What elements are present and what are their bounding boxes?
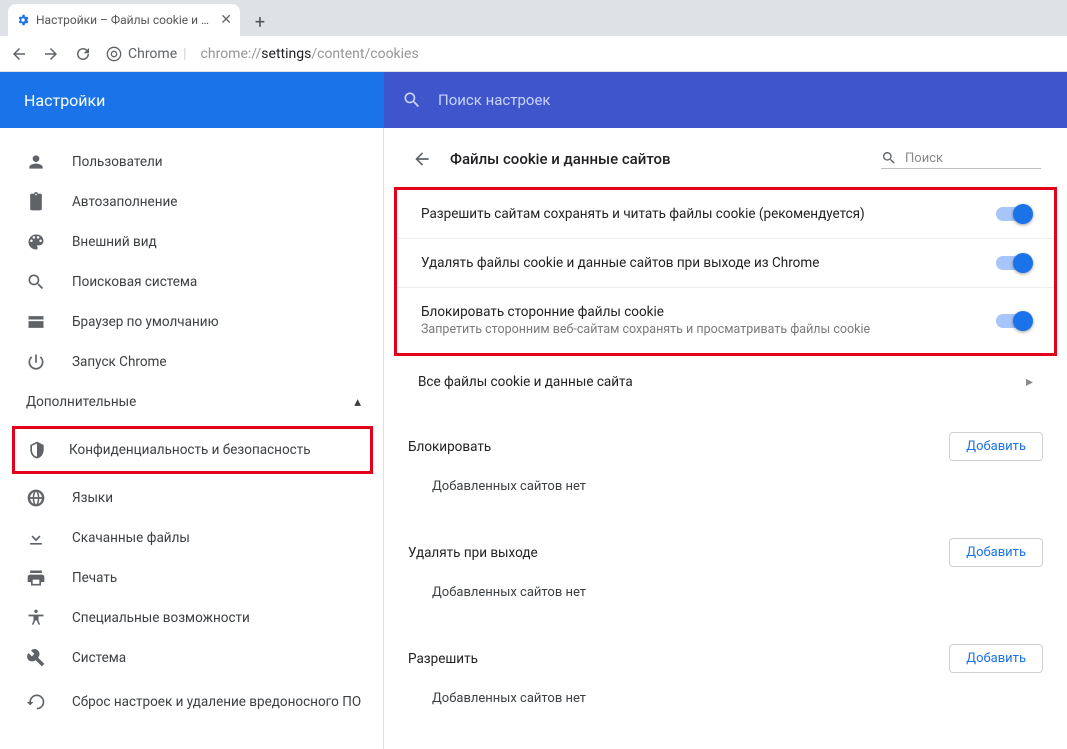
new-tab-button[interactable]: + [246, 8, 274, 36]
print-icon [26, 568, 46, 588]
download-icon [26, 528, 46, 548]
page-search[interactable] [881, 148, 1041, 169]
settings-header: Настройки [0, 72, 1067, 128]
sidebar-item-reset[interactable]: Сброс настроек и удаление вредоносного П… [0, 678, 383, 726]
sidebar-item-autofill[interactable]: Автозаполнение [0, 182, 383, 222]
sidebar-item-startup[interactable]: Запуск Chrome [0, 342, 383, 382]
clipboard-icon [26, 192, 46, 212]
gear-icon [16, 13, 30, 27]
sidebar-item-languages[interactable]: Языки [0, 478, 383, 518]
palette-icon [26, 232, 46, 252]
allow-empty: Добавленных сайтов нет [384, 681, 1067, 726]
accessibility-icon [26, 608, 46, 628]
back-arrow-icon[interactable] [412, 149, 432, 169]
settings-title: Настройки [0, 91, 384, 110]
clear-section: Удалять при выходе Добавить [384, 514, 1067, 575]
sidebar-item-downloads[interactable]: Скачанные файлы [0, 518, 383, 558]
settings-sidebar: Пользователи Автозаполнение Внешний вид … [0, 72, 384, 749]
settings-search[interactable] [384, 72, 1067, 128]
add-clear-button[interactable]: Добавить [949, 538, 1043, 567]
search-icon [26, 272, 46, 292]
globe-icon [26, 488, 46, 508]
clear-on-exit-row: Удалять файлы cookie и данные сайтов при… [397, 238, 1054, 287]
add-blocked-button[interactable]: Добавить [949, 432, 1043, 461]
allow-section: Разрешить Добавить [384, 620, 1067, 681]
block-3rdparty-row: Блокировать сторонние файлы cookie Запре… [397, 287, 1054, 353]
shield-icon [27, 440, 47, 460]
add-allow-button[interactable]: Добавить [949, 644, 1043, 673]
chevron-up-icon: ▴ [354, 394, 361, 410]
search-icon [402, 90, 422, 110]
browser-tabstrip: Настройки – Файлы cookie и данны ✕ + [0, 0, 1067, 36]
clear-on-exit-toggle[interactable] [996, 256, 1030, 270]
block-section: Блокировать Добавить [384, 408, 1067, 469]
browser-icon [26, 312, 46, 332]
address-url[interactable]: chrome://settings/content/cookies [201, 46, 419, 62]
sidebar-item-appearance[interactable]: Внешний вид [0, 222, 383, 262]
settings-content: Файлы cookie и данные сайтов Разрешить с… [384, 72, 1067, 749]
reload-icon[interactable] [74, 45, 92, 63]
browser-toolbar: Chrome| chrome://settings/content/cookie… [0, 36, 1067, 72]
restore-icon [26, 692, 46, 712]
close-icon[interactable]: ✕ [220, 12, 232, 28]
chrome-icon [106, 46, 122, 62]
power-icon [26, 352, 46, 372]
site-chip[interactable]: Chrome| [106, 46, 187, 62]
browser-tab[interactable]: Настройки – Файлы cookie и данны ✕ [8, 4, 240, 36]
forward-icon[interactable] [42, 45, 60, 63]
sidebar-item-users[interactable]: Пользователи [0, 142, 383, 182]
block-empty: Добавленных сайтов нет [384, 469, 1067, 514]
sidebar-item-privacy[interactable]: Конфиденциальность и безопасность [12, 426, 373, 474]
sidebar-item-default-browser[interactable]: Браузер по умолчанию [0, 302, 383, 342]
block-3rdparty-toggle[interactable] [996, 314, 1030, 328]
tab-title: Настройки – Файлы cookie и данны [36, 13, 214, 27]
allow-cookies-toggle[interactable] [996, 207, 1030, 221]
wrench-icon [26, 648, 46, 668]
allow-cookies-row: Разрешить сайтам сохранять и читать файл… [397, 190, 1054, 238]
sidebar-advanced-toggle[interactable]: Дополнительные ▴ [0, 382, 383, 422]
clear-empty: Добавленных сайтов нет [384, 575, 1067, 620]
settings-search-input[interactable] [438, 91, 938, 109]
all-site-data-link[interactable]: Все файлы cookie и данные сайта ▸ [394, 356, 1057, 408]
sidebar-item-search-engine[interactable]: Поисковая система [0, 262, 383, 302]
search-icon [881, 150, 897, 166]
sidebar-item-print[interactable]: Печать [0, 558, 383, 598]
chevron-right-icon: ▸ [1026, 374, 1033, 390]
cookie-toggle-group: Разрешить сайтам сохранять и читать файл… [394, 187, 1057, 356]
page-search-input[interactable] [905, 151, 1025, 166]
sidebar-item-accessibility[interactable]: Специальные возможности [0, 598, 383, 638]
page-title: Файлы cookie и данные сайтов [450, 150, 863, 168]
back-icon[interactable] [10, 45, 28, 63]
sidebar-item-system[interactable]: Система [0, 638, 383, 678]
user-icon [26, 152, 46, 172]
